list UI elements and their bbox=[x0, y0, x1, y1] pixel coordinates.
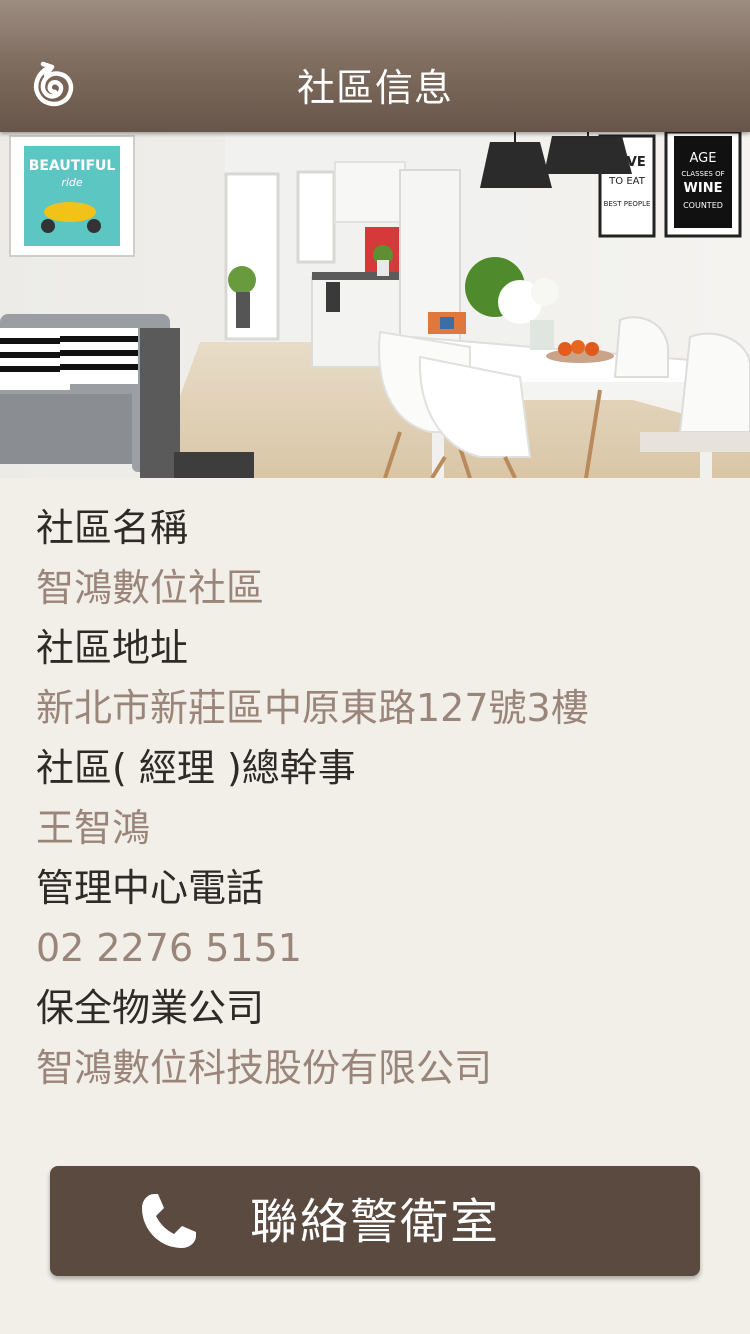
community-info: 社區名稱 智鴻數位社區 社區地址 新北市新莊區中原東路127號3樓 社區( 經理… bbox=[36, 498, 726, 1098]
manager-value: 王智鴻 bbox=[36, 806, 151, 850]
address-value: 新北市新莊區中原東路127號3樓 bbox=[36, 686, 589, 730]
poster-mid-line3: BEST PEOPLE bbox=[604, 200, 651, 208]
security-label: 保全物業公司 bbox=[36, 986, 265, 1030]
contact-guard-button[interactable]: 聯絡警衛室 bbox=[50, 1166, 700, 1276]
security-value: 智鴻數位科技股份有限公司 bbox=[36, 1046, 493, 1090]
phone-value: 02 2276 5151 bbox=[36, 926, 302, 970]
poster-right-line2: CLASSES OF bbox=[681, 170, 724, 178]
hero-image: BEAUTIFUL ride LOVE TO EAT BEST PEOPLE A… bbox=[0, 132, 750, 478]
name-value: 智鴻數位社區 bbox=[36, 566, 265, 610]
poster-right-line3: WINE bbox=[684, 181, 723, 196]
poster-left-line1: BEAUTIFUL bbox=[29, 158, 116, 174]
poster-right-line4: COUNTED bbox=[683, 201, 723, 210]
name-label: 社區名稱 bbox=[36, 506, 189, 550]
page-title: 社區信息 bbox=[296, 66, 453, 110]
poster-right-line1: AGE bbox=[690, 151, 717, 166]
phone-label: 管理中心電話 bbox=[36, 866, 265, 910]
manager-label: 社區( 經理 )總幹事 bbox=[36, 746, 356, 790]
poster-left-line2: ride bbox=[61, 176, 83, 189]
poster-mid-line2: TO EAT bbox=[608, 176, 646, 187]
top-bar: 社區信息 bbox=[0, 0, 750, 132]
contact-guard-label: 聯絡警衛室 bbox=[249, 1194, 500, 1250]
address-label: 社區地址 bbox=[36, 626, 189, 670]
